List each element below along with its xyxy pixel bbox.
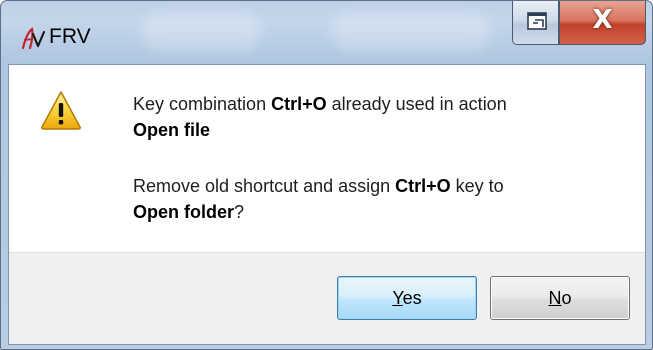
title-bar-background-blur (331, 11, 491, 51)
close-button[interactable]: X (559, 1, 646, 45)
dialog-window: FRV X Key combination Ctrl+O already use… (0, 0, 653, 350)
existing-action-name: Open file (133, 120, 211, 140)
message-text: Remove old shortcut and assign (133, 176, 396, 196)
button-bar: Yes No (9, 252, 645, 344)
restore-icon (527, 12, 547, 30)
dialog-content: Key combination Ctrl+O already used in a… (8, 64, 646, 345)
message-text: ? (234, 202, 245, 222)
message-line-1: Key combination Ctrl+O already used in a… (133, 91, 507, 143)
warning-icon (41, 91, 81, 130)
target-action-name: Open folder (133, 202, 235, 222)
no-label: o (561, 288, 572, 308)
no-mnemonic: N (548, 288, 562, 308)
shortcut-key: Ctrl+O (395, 176, 451, 196)
frv-logo-icon (21, 27, 46, 50)
message-line-2: Remove old shortcut and assign Ctrl+O ke… (133, 173, 504, 225)
shortcut-key: Ctrl+O (271, 94, 327, 114)
title-bar[interactable]: FRV X (1, 1, 652, 63)
no-button[interactable]: No (490, 276, 630, 320)
yes-mnemonic: Y (392, 288, 403, 308)
message-text: key to (450, 176, 504, 196)
message-text: already used in action (326, 94, 507, 114)
close-icon: X (592, 5, 613, 35)
restore-button[interactable] (512, 1, 559, 45)
title-bar-background-blur (141, 11, 261, 51)
yes-label: es (402, 288, 422, 308)
window-title: FRV (49, 25, 91, 48)
message-text: Key combination (133, 94, 272, 114)
yes-button[interactable]: Yes (337, 276, 477, 320)
